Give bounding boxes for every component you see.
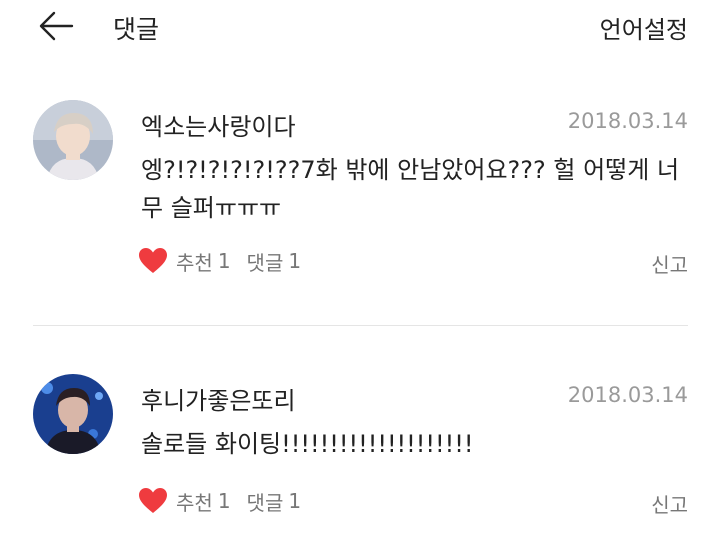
top-bar: 댓글 언어설정: [0, 0, 720, 52]
avatar[interactable]: [33, 100, 113, 180]
like-button[interactable]: 추천: [176, 487, 213, 516]
divider: [33, 325, 688, 326]
report-button[interactable]: 신고: [651, 489, 688, 518]
reply-count: 1: [288, 249, 302, 273]
reply-button[interactable]: 댓글: [247, 487, 284, 516]
reply-count: 1: [288, 489, 302, 513]
back-button[interactable]: [36, 8, 76, 44]
like-count: 1: [217, 249, 231, 273]
page-title: 댓글: [113, 15, 160, 44]
avatar[interactable]: [33, 374, 113, 454]
heart-icon[interactable]: [138, 487, 168, 515]
username: 후니가좋은또리: [141, 387, 296, 415]
comment-text: 엥?!?!?!?!?!??7화 밖에 안남았어요??? 헐 어떻게 너무 슬퍼ㅠ…: [141, 156, 680, 222]
username: 엑소는사랑이다: [141, 113, 296, 141]
comment-date: 2018.03.14: [567, 109, 688, 133]
like-button[interactable]: 추천: [176, 247, 213, 276]
comment-actions: 추천 1 댓글 1: [138, 245, 301, 277]
comment-text: 솔로들 화이팅!!!!!!!!!!!!!!!!!!!!: [141, 430, 474, 458]
language-setting-button[interactable]: 언어설정: [600, 10, 688, 45]
arrow-left-icon: [39, 11, 74, 41]
heart-icon[interactable]: [138, 247, 168, 275]
reply-button[interactable]: 댓글: [247, 247, 284, 276]
report-button[interactable]: 신고: [651, 249, 688, 278]
comment-date: 2018.03.14: [567, 383, 688, 407]
like-count: 1: [217, 489, 231, 513]
comment-actions: 추천 1 댓글 1: [138, 485, 301, 517]
